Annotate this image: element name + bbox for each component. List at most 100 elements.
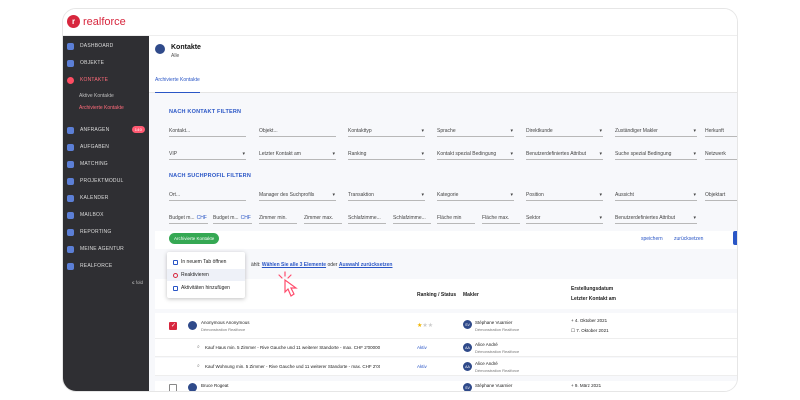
sidebar-item-objekte[interactable]: OBJEKTE: [63, 55, 149, 71]
currency-label: CHF: [196, 214, 207, 221]
filter-budget-max-input[interactable]: Budget m... CHF: [213, 212, 252, 224]
sidebar-item-label: OBJEKTE: [80, 60, 105, 66]
filter-zimmer-min-input[interactable]: Zimmer min.: [259, 212, 297, 224]
column-ranking-status[interactable]: Ranking / Status: [417, 292, 456, 298]
filter-flaeche-min-input[interactable]: Fläche min: [437, 212, 475, 224]
makler-name: Alice André: [475, 342, 498, 347]
makler-company: Démonstration Realforce: [475, 327, 520, 332]
reactivate-icon: [173, 272, 178, 278]
logo-icon: r: [67, 15, 80, 28]
table-row[interactable]: Anonymous Anonymous Démonstration Realfo…: [155, 313, 737, 339]
sidebar-item-realforce[interactable]: REALFORCE: [63, 258, 149, 274]
sidebar-item-label: PROJEKTMODUL: [80, 178, 124, 184]
filter-benutzerdefiniert-2-select[interactable]: Benutzerdefiniertes Attribut: [615, 212, 697, 224]
search-profile-row[interactable]: ⌕ Kauf Haus min. 5 Zimmer - Rive Gauche …: [155, 339, 737, 357]
filter-zimmer-max-input[interactable]: Zimmer max.: [304, 212, 342, 224]
filter-objektart-select[interactable]: Objektart: [705, 189, 737, 201]
date-created-value: 4. Oktober 2021: [574, 318, 608, 323]
filter-sprache-select[interactable]: Sprache: [437, 125, 514, 137]
select-all-link[interactable]: Wählen Sie alle 3 Elemente: [262, 262, 326, 268]
top-bar: r realforce: [63, 9, 737, 36]
context-open-new-tab[interactable]: In neuem Tab öffnen: [173, 259, 226, 265]
contact-name[interactable]: Anonymous Anonymous: [201, 320, 250, 325]
filter-sektor-select[interactable]: Sektor: [526, 212, 603, 224]
page-header: Kontakte Alle: [149, 36, 737, 67]
contact-avatar-icon: [188, 383, 197, 391]
project-icon: [67, 177, 74, 185]
row-checkbox[interactable]: [169, 384, 177, 391]
makler-company: Démonstration Realforce: [475, 368, 520, 373]
context-reaktivieren[interactable]: Reaktivieren: [173, 272, 209, 278]
date-created-value: 9. März 2021: [574, 383, 602, 388]
activity-icon: [173, 285, 178, 291]
filter-transaktion-select[interactable]: Transaktion: [348, 189, 425, 201]
globe-icon: [67, 262, 74, 270]
anfragen-badge: 140: [131, 126, 145, 133]
sidebar-item-mailbox[interactable]: MAILBOX: [63, 207, 149, 223]
filter-manager-select[interactable]: Manager des Suchprofils: [259, 189, 336, 201]
filter-direktkunde-select[interactable]: Direktkunde: [526, 125, 603, 137]
app-window: r realforce DASHBOARD OBJEKTE KONTAKTE A…: [62, 8, 738, 392]
filter-kontakttyp-select[interactable]: Kontakttyp: [348, 125, 425, 137]
reset-button[interactable]: zurücksetzen: [674, 236, 703, 242]
sidebar-item-matching[interactable]: MATCHING: [63, 156, 149, 172]
filter-ort-input[interactable]: Ort...: [169, 189, 246, 201]
reset-selection-link[interactable]: Auswahl zurücksetzen: [339, 262, 393, 268]
filter-netzwerk-select[interactable]: Netzwerk: [705, 148, 737, 160]
sidebar-subitem-aktive-kontakte[interactable]: Aktive Kontakte: [79, 93, 114, 99]
sidebar-item-kontakte[interactable]: KONTAKTE: [63, 72, 149, 88]
sidebar-item-meine-agentur[interactable]: MEINE AGENTUR: [63, 241, 149, 257]
tab-archivierte-kontakte[interactable]: Archivierte Kontakte: [155, 77, 200, 93]
search-profile-row[interactable]: ⌕ Kauf Wohnung min. 5 Zimmer - Rive Gauc…: [155, 358, 737, 376]
filter-kategorie-select[interactable]: Kategorie: [437, 189, 514, 201]
filter-objekt-input[interactable]: Objekt...: [259, 125, 336, 137]
sidebar-subitem-archivierte-kontakte[interactable]: Archivierte Kontakte: [79, 105, 124, 111]
sidebar-item-projektmodul[interactable]: PROJEKTMODUL: [63, 173, 149, 189]
selection-prefix: ählt:: [251, 262, 261, 268]
contact-name[interactable]: Bruce Rogeat: [201, 383, 229, 388]
sidebar-item-aufgaben[interactable]: AUFGABEN: [63, 139, 149, 155]
table-row[interactable]: Bruce Rogeat SV Stéphane Vuarnier + 9. M…: [155, 381, 737, 391]
filter-letzter-kontakt-select[interactable]: Letzter Kontakt am: [259, 148, 336, 160]
save-button[interactable]: speichern: [641, 236, 663, 242]
row-checkbox[interactable]: [169, 322, 177, 330]
filter-schlafzimmer-min-input[interactable]: Schlafzimme...: [348, 212, 386, 224]
search-icon: ⌕: [197, 363, 200, 369]
sidebar-item-kalender[interactable]: KALENDER: [63, 190, 149, 206]
filter-schlafzimmer-max-input[interactable]: Schlafzimme...: [393, 212, 431, 224]
report-icon: [67, 228, 74, 236]
filter-aussicht-select[interactable]: Aussicht: [615, 189, 697, 201]
filter-herkunft-select[interactable]: Herkunft: [705, 125, 737, 137]
context-add-activities[interactable]: Aktivitäten hinzufügen: [173, 285, 230, 291]
sidebar-collapse-button[interactable]: ≤ fold: [132, 280, 143, 285]
contact-filter-title: NACH KONTAKT FILTERN: [169, 109, 242, 115]
search-profile-text[interactable]: Kauf Haus min. 5 Zimmer - Rive Gauche un…: [205, 345, 380, 350]
inbox-icon: [67, 126, 74, 134]
filter-kontakt-spezial-select[interactable]: Kontakt spezial Bedingung: [437, 148, 514, 160]
agency-icon: [67, 245, 74, 253]
filter-position-select[interactable]: Position: [526, 189, 603, 201]
column-letzter-kontakt[interactable]: Letzter Kontakt am: [571, 296, 616, 302]
sidebar-item-reporting[interactable]: REPORTING: [63, 224, 149, 240]
column-makler[interactable]: Makler: [463, 292, 479, 298]
filter-budget-min-input[interactable]: Budget m... CHF: [169, 212, 208, 224]
filter-makler-select[interactable]: Zuständiger Makler: [615, 125, 697, 137]
contact-avatar-icon: [188, 321, 197, 330]
search-profile-text[interactable]: Kauf Wohnung min. 5 Zimmer - Rive Gauche…: [205, 364, 380, 369]
rating-stars[interactable]: ★★★: [417, 322, 433, 329]
sidebar-item-label: DASHBOARD: [80, 43, 114, 49]
page-subtitle: Alle: [171, 53, 180, 59]
logo[interactable]: r realforce: [67, 15, 126, 28]
sidebar-item-anfragen[interactable]: ANFRAGEN 140: [63, 122, 149, 138]
column-erstellungsdatum[interactable]: Erstellungsdatum: [571, 286, 613, 292]
sidebar-item-dashboard[interactable]: DASHBOARD: [63, 38, 149, 54]
filter-benutzerdefiniert-select[interactable]: Benutzerdefiniertes Attribut: [526, 148, 603, 160]
filter-kontakt-input[interactable]: Kontakt...: [169, 125, 246, 137]
makler-name: Stéphane Vuarnier: [475, 320, 513, 325]
filter-ranking-select[interactable]: Ranking: [348, 148, 425, 160]
archived-contacts-button[interactable]: Archivierte Kontakte: [169, 233, 220, 244]
filter-suche-spezial-select[interactable]: Suche spezial Bedingung: [615, 148, 697, 160]
more-button[interactable]: [733, 231, 737, 245]
filter-vip-select[interactable]: VIP: [169, 148, 246, 160]
filter-flaeche-max-input[interactable]: Fläche max.: [482, 212, 520, 224]
